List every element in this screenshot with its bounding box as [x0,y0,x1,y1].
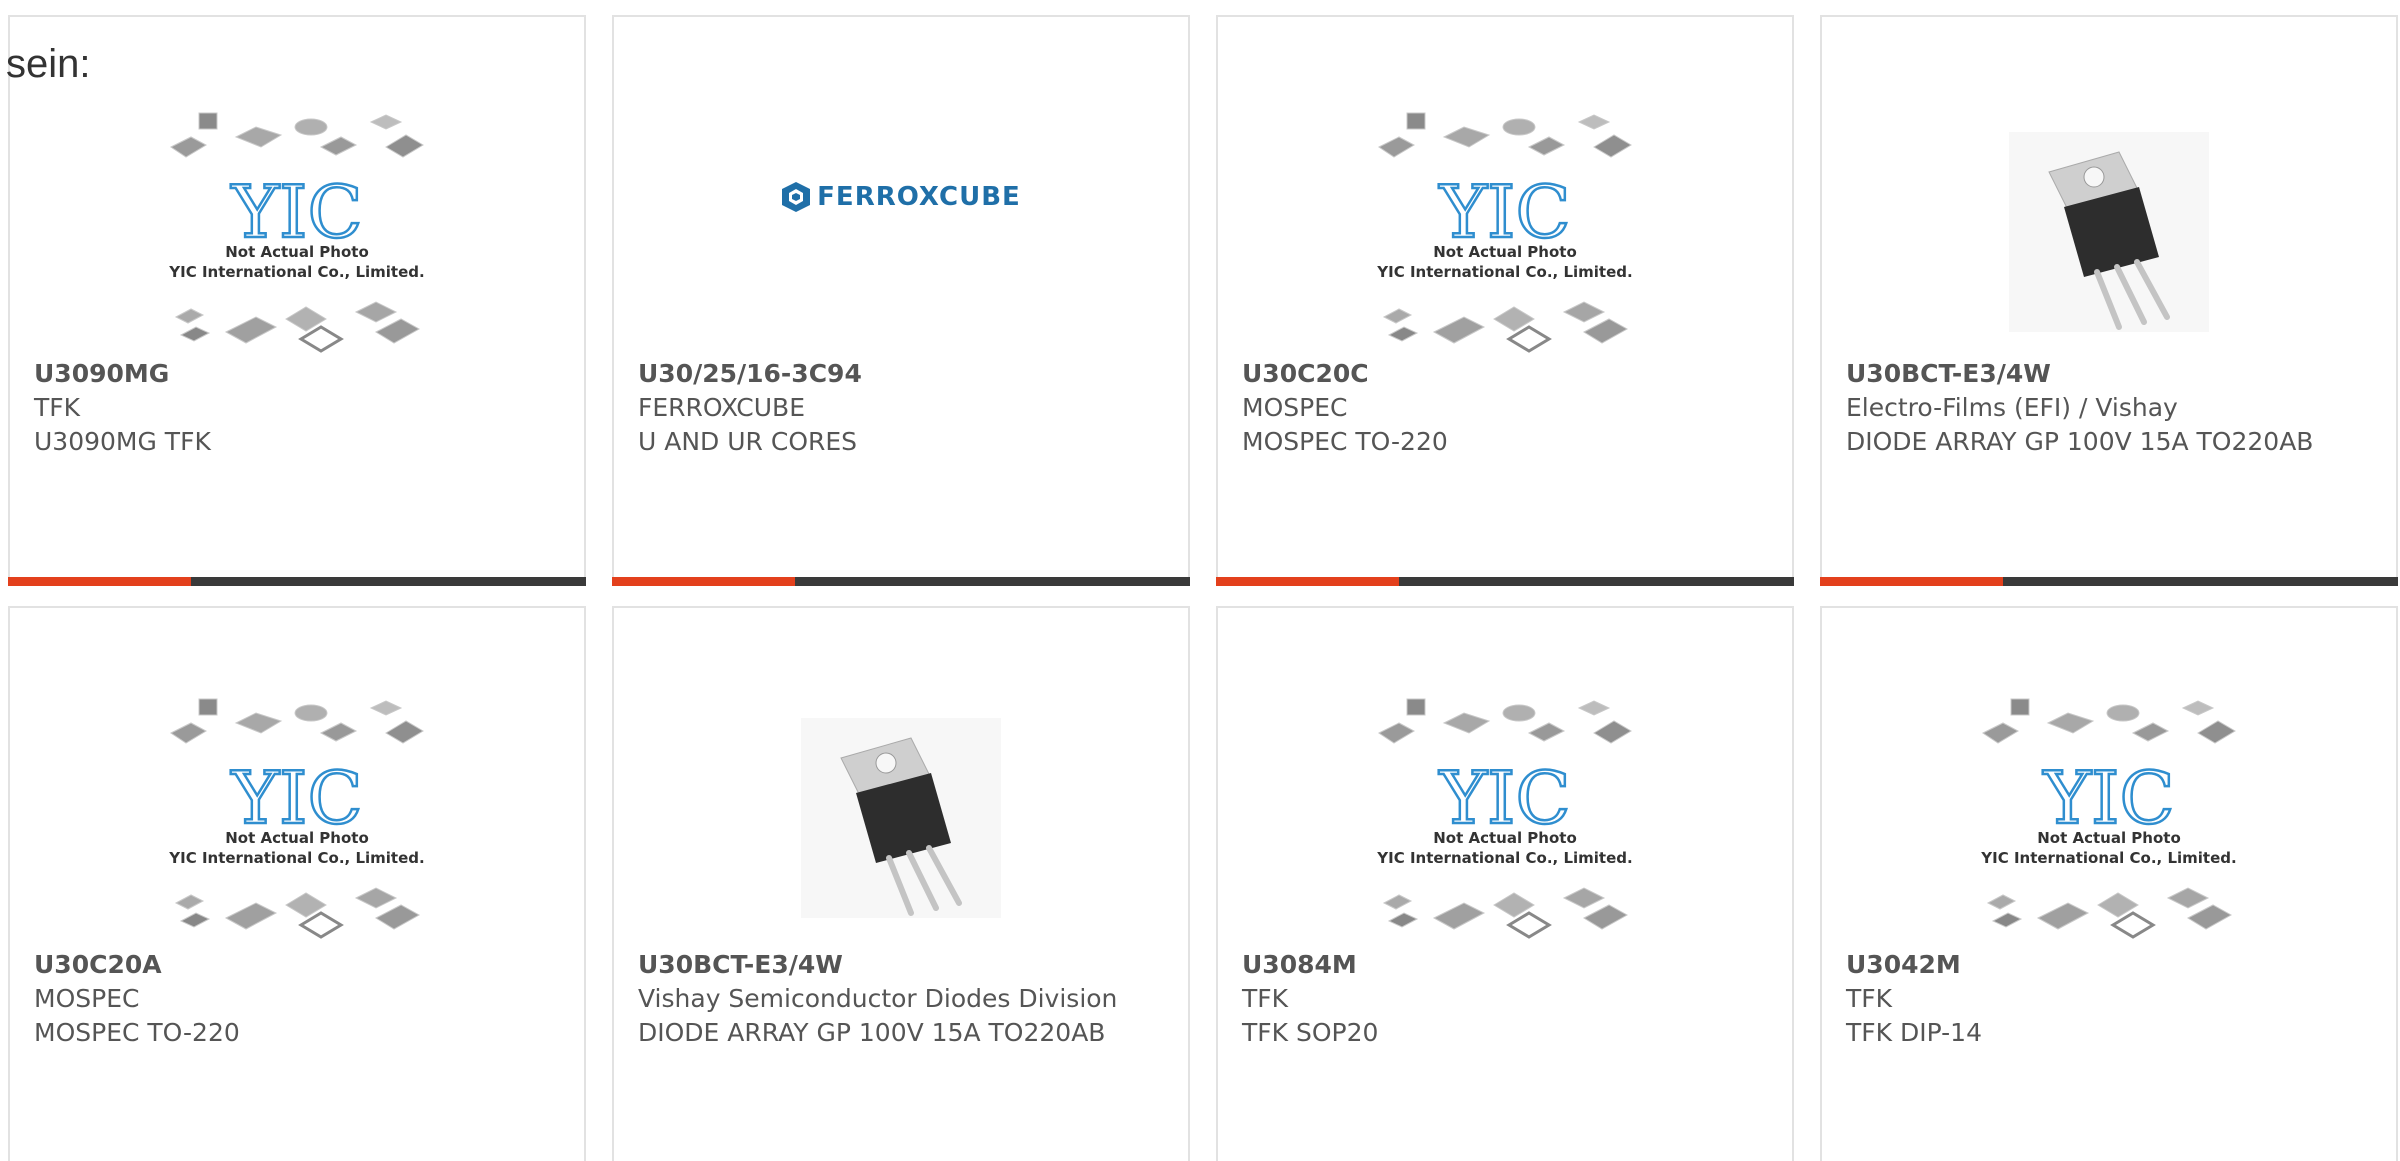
card-accent-bar [1216,577,1399,586]
product-photo[interactable]: YIC Not Actual Photo YIC International C… [1822,683,2396,953]
manufacturer: Electro-Films (EFI) / Vishay [1846,393,2178,422]
product-photo[interactable]: YIC Not Actual Photo YIC International C… [1218,683,1792,953]
description: MOSPEC TO-220 [1242,427,1448,456]
yic-company-text: YIC International Co., Limited. [1376,263,1632,281]
description: DIODE ARRAY GP 100V 15A TO220AB [638,1018,1106,1047]
yic-company-text: YIC International Co., Limited. [168,849,424,867]
manufacturer: TFK [1846,984,1893,1013]
description: TFK DIP-14 [1846,1018,1982,1047]
product-info: U30BCT-E3/4W Vishay Semiconductor Diodes … [638,948,1164,1050]
card-bottom-bar [1216,577,1794,586]
manufacturer: MOSPEC [34,984,140,1013]
manufacturer: MOSPEC [1242,393,1348,422]
manufacturer: Vishay Semiconductor Diodes Division [638,984,1118,1013]
part-number-link[interactable]: U3084M [1242,948,1768,982]
part-number-link[interactable]: U30C20C [1242,357,1768,391]
part-number-link[interactable]: U3042M [1846,948,2372,982]
to220-package-icon [2009,132,2209,332]
ferroxcube-logo-text: FERROXCUBE [817,182,1021,212]
product-grid-page: sein: YIC Not Actual Photo YIC Internati… [0,0,2400,1161]
to220-package-icon [801,718,1001,918]
card-bottom-bar [8,577,586,586]
manufacturer: TFK [34,393,81,422]
product-card[interactable]: YIC Not Actual Photo YIC International C… [1216,606,1794,1161]
yic-company-text: YIC International Co., Limited. [1980,849,2236,867]
part-number-link[interactable]: U30BCT-E3/4W [638,948,1164,982]
product-info: U30BCT-E3/4W Electro-Films (EFI) / Vishay… [1846,357,2372,459]
description: U3090MG TFK [34,427,211,456]
yic-logo-text: YIC [230,170,362,254]
product-info: U3084M TFK TFK SOP20 [1242,948,1768,1050]
card-accent-bar [612,577,795,586]
part-number-link[interactable]: U3090MG [34,357,560,391]
manufacturer: TFK [1242,984,1289,1013]
intro-text: sein: [6,42,91,86]
not-actual-photo-text: Not Actual Photo [1433,243,1577,261]
placeholder-photo-icon: YIC Not Actual Photo YIC International C… [168,698,425,939]
product-card[interactable]: U30BCT-E3/4W Vishay Semiconductor Diodes … [612,606,1190,1161]
yic-logo-text: YIC [1438,756,1570,840]
ferroxcube-logo: FERROXCUBE [781,181,1021,213]
placeholder-photo-icon: YIC Not Actual Photo YIC International C… [1980,698,2237,939]
card-accent-bar [8,577,191,586]
product-photo[interactable]: YIC Not Actual Photo YIC International C… [10,683,584,953]
card-bottom-bar [612,577,1190,586]
product-info: U30/25/16-3C94 FERROXCUBE U AND UR CORES [638,357,1164,459]
placeholder-photo-icon: YIC Not Actual Photo YIC International C… [1376,698,1633,939]
not-actual-photo-text: Not Actual Photo [225,829,369,847]
yic-company-text: YIC International Co., Limited. [168,263,424,281]
not-actual-photo-text: Not Actual Photo [225,243,369,261]
part-number-link[interactable]: U30BCT-E3/4W [1846,357,2372,391]
description: DIODE ARRAY GP 100V 15A TO220AB [1846,427,2314,456]
ferroxcube-cube-icon [782,182,811,212]
product-photo[interactable]: FERROXCUBE [614,147,1188,247]
not-actual-photo-text: Not Actual Photo [1433,829,1577,847]
part-number-link[interactable]: U30/25/16-3C94 [638,357,1164,391]
yic-company-text: YIC International Co., Limited. [1376,849,1632,867]
product-card[interactable]: YIC Not Actual Photo YIC International C… [8,606,586,1161]
part-number-link[interactable]: U30C20A [34,948,560,982]
yic-logo-text: YIC [230,756,362,840]
placeholder-photo-icon: YIC Not Actual Photo YIC International C… [168,112,425,353]
product-card[interactable]: FERROXCUBE U30/25/16-3C94 FERROXCUBE U AND… [612,15,1190,586]
card-bottom-bar [1820,577,2398,586]
card-accent-bar [1820,577,2003,586]
product-info: U3090MG TFK U3090MG TFK [34,357,560,459]
product-photo[interactable]: YIC Not Actual Photo YIC International C… [1218,97,1792,367]
product-photo[interactable] [614,683,1188,953]
description: TFK SOP20 [1242,1018,1379,1047]
product-photo[interactable]: YIC Not Actual Photo YIC International C… [10,97,584,367]
not-actual-photo-text: Not Actual Photo [2037,829,2181,847]
yic-logo-text: YIC [1438,170,1570,254]
product-info: U30C20C MOSPEC MOSPEC TO-220 [1242,357,1768,459]
product-card[interactable]: U30BCT-E3/4W Electro-Films (EFI) / Vishay… [1820,15,2398,586]
product-card[interactable]: YIC Not Actual Photo YIC International C… [1216,15,1794,586]
product-info: U30C20A MOSPEC MOSPEC TO-220 [34,948,560,1050]
manufacturer: FERROXCUBE [638,393,806,422]
placeholder-photo-icon: YIC Not Actual Photo YIC International C… [1376,112,1633,353]
product-card[interactable]: YIC Not Actual Photo YIC International C… [1820,606,2398,1161]
description: MOSPEC TO-220 [34,1018,240,1047]
yic-logo-text: YIC [2042,756,2174,840]
description: U AND UR CORES [638,427,858,456]
product-info: U3042M TFK TFK DIP-14 [1846,948,2372,1050]
product-card[interactable]: YIC Not Actual Photo YIC International C… [8,15,586,586]
product-photo[interactable] [1822,97,2396,367]
